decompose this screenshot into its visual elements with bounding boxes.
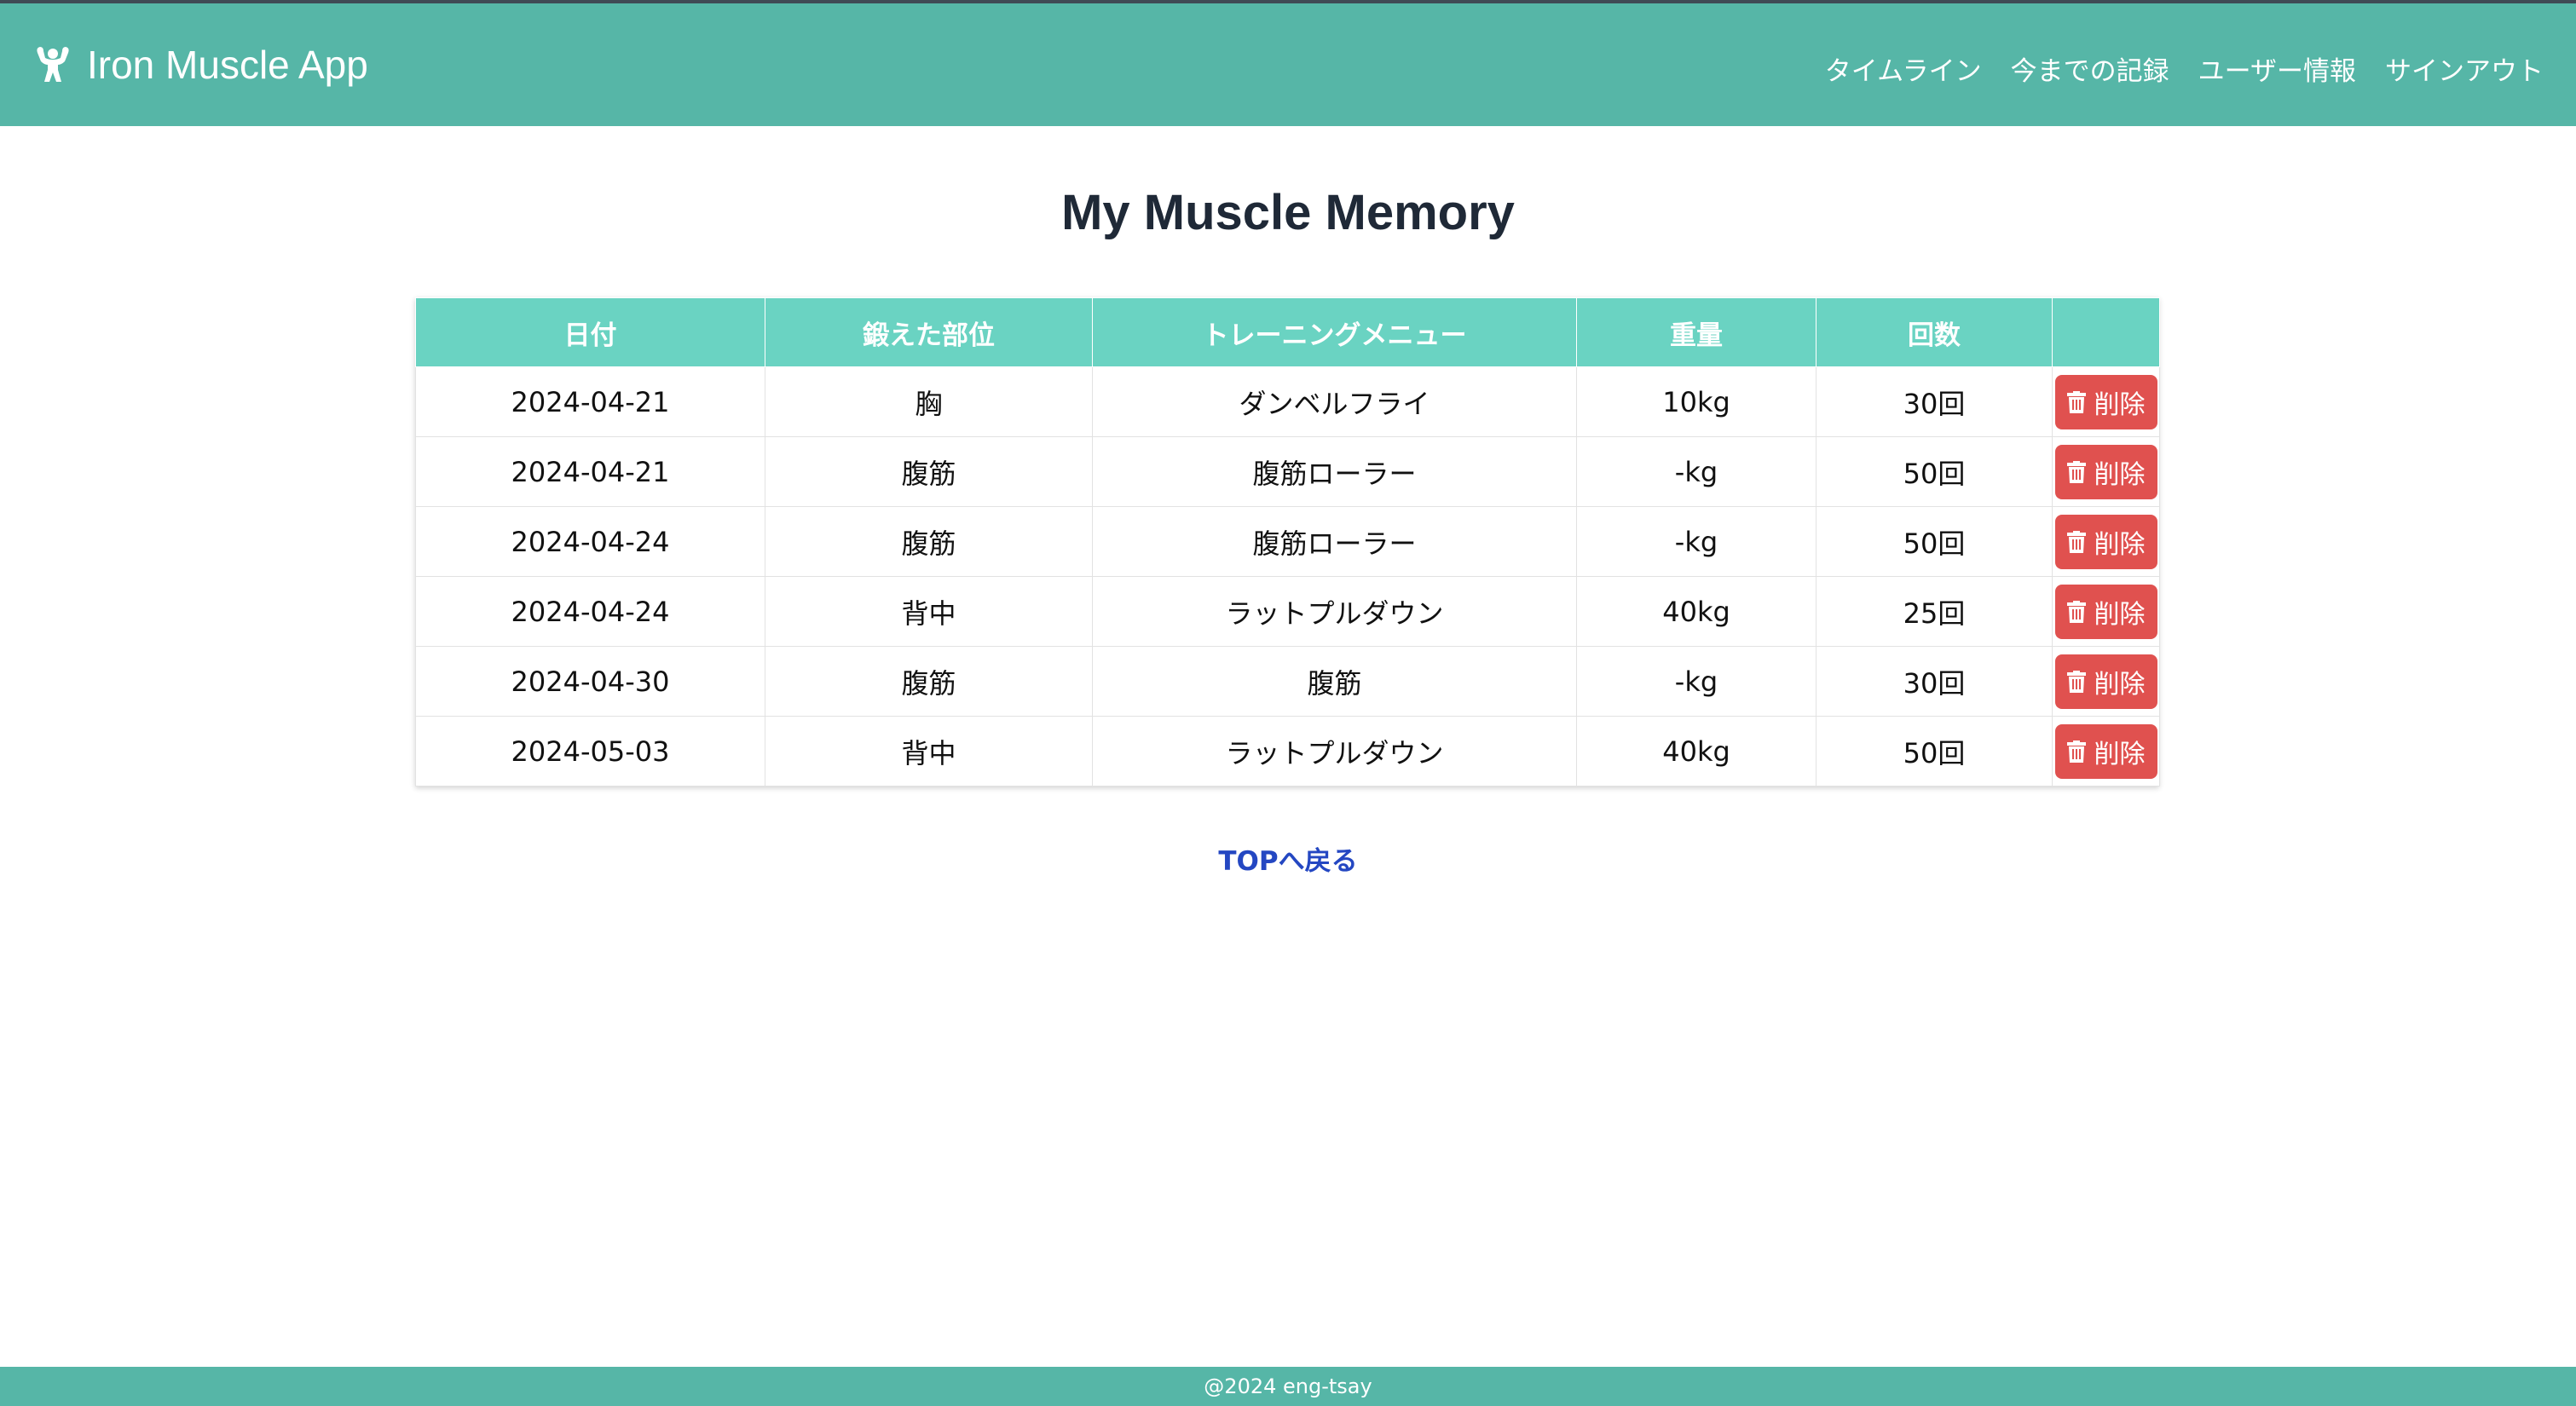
cell-training-menu: 腹筋ローラー [1092,436,1577,507]
delete-button-label: 削除 [2094,389,2146,420]
cell-weight: 40kg [1576,716,1816,787]
cell-weight: -kg [1576,646,1816,717]
cell-weight: -kg [1576,436,1816,507]
cell-weight: 40kg [1576,576,1816,647]
delete-button[interactable]: 削除 [2054,374,2157,429]
table-row: 2024-05-03 背中 ラットプルダウン 40kg 50回 削除 [415,716,2160,787]
brand[interactable]: Iron Muscle App [32,39,368,90]
cell-body-part: 腹筋 [765,436,1093,507]
nav-links: タイムライン 今までの記録 ユーザー情報 サインアウト [1796,43,2544,94]
trash-icon [2066,530,2086,553]
delete-button[interactable]: 削除 [2054,514,2157,569]
nav-link-timeline[interactable]: タイムライン [1825,49,1982,88]
cell-actions: 削除 [2052,646,2160,717]
cell-date: 2024-04-21 [415,436,765,507]
delete-button-label: 削除 [2094,669,2146,700]
header-training-menu: トレーニングメニュー [1092,297,1577,367]
trash-icon [2066,460,2086,483]
trash-icon [2066,740,2086,763]
header-date: 日付 [415,297,765,367]
cell-reps: 50回 [1816,436,2053,507]
cell-date: 2024-04-21 [415,366,765,437]
cell-training-menu: ラットプルダウン [1092,576,1577,647]
trash-icon [2066,670,2086,693]
delete-button-label: 削除 [2094,529,2146,560]
table-row: 2024-04-30 腹筋 腹筋 -kg 30回 削除 [415,646,2160,717]
table-row: 2024-04-24 腹筋 腹筋ローラー -kg 50回 削除 [415,506,2160,577]
cell-date: 2024-04-24 [415,576,765,647]
nav-link-sign-out[interactable]: サインアウト [2385,49,2544,88]
cell-reps: 50回 [1816,506,2053,577]
cell-date: 2024-04-24 [415,506,765,577]
back-to-top-link[interactable]: TOPへ戻る [0,839,2576,878]
muscle-icon [37,47,69,82]
cell-actions: 削除 [2052,506,2160,577]
cell-body-part: 腹筋 [765,506,1093,577]
cell-actions: 削除 [2052,576,2160,647]
cell-body-part: 腹筋 [765,646,1093,717]
delete-button[interactable]: 削除 [2054,723,2157,779]
cell-actions: 削除 [2052,436,2160,507]
cell-date: 2024-04-30 [415,646,765,717]
cell-date: 2024-05-03 [415,716,765,787]
cell-reps: 30回 [1816,646,2053,717]
delete-button[interactable]: 削除 [2054,654,2157,709]
delete-button-label: 削除 [2094,739,2146,769]
records-table: 日付 鍛えた部位 トレーニングメニュー 重量 回数 2024-04-21 胸 ダ… [415,297,2160,787]
cell-weight: 10kg [1576,366,1816,437]
cell-actions: 削除 [2052,366,2160,437]
delete-button[interactable]: 削除 [2054,584,2157,639]
table-header-row: 日付 鍛えた部位 トレーニングメニュー 重量 回数 [415,297,2160,367]
brand-name[interactable]: Iron Muscle App [87,39,368,90]
cell-actions: 削除 [2052,716,2160,787]
navbar: Iron Muscle App タイムライン 今までの記録 ユーザー情報 サイン… [0,3,2576,126]
cell-training-menu: 腹筋 [1092,646,1577,717]
cell-reps: 50回 [1816,716,2053,787]
page-title: My Muscle Memory [1061,185,1515,240]
cell-training-menu: 腹筋ローラー [1092,506,1577,577]
cell-reps: 25回 [1816,576,2053,647]
header-reps: 回数 [1816,297,2053,367]
header-weight: 重量 [1576,297,1816,367]
cell-training-menu: ダンベルフライ [1092,366,1577,437]
cell-body-part: 背中 [765,576,1093,647]
delete-button-label: 削除 [2094,459,2146,490]
trash-icon [2066,390,2086,413]
table-row: 2024-04-21 胸 ダンベルフライ 10kg 30回 削除 [415,366,2160,437]
cell-body-part: 胸 [765,366,1093,437]
delete-button[interactable]: 削除 [2054,444,2157,499]
table-row: 2024-04-21 腹筋 腹筋ローラー -kg 50回 削除 [415,436,2160,507]
records-table-container: 日付 鍛えた部位 トレーニングメニュー 重量 回数 2024-04-21 胸 ダ… [415,297,2160,787]
nav-link-records[interactable]: 今までの記録 [2011,49,2169,88]
cell-reps: 30回 [1816,366,2053,437]
cell-training-menu: ラットプルダウン [1092,716,1577,787]
table-row: 2024-04-24 背中 ラットプルダウン 40kg 25回 削除 [415,576,2160,647]
trash-icon [2066,600,2086,623]
cell-body-part: 背中 [765,716,1093,787]
delete-button-label: 削除 [2094,599,2146,630]
nav-link-user-info[interactable]: ユーザー情報 [2198,49,2356,88]
header-body-part: 鍛えた部位 [765,297,1093,367]
header-actions [2052,297,2160,367]
footer: @2024 eng-tsay [0,1367,2576,1406]
cell-weight: -kg [1576,506,1816,577]
